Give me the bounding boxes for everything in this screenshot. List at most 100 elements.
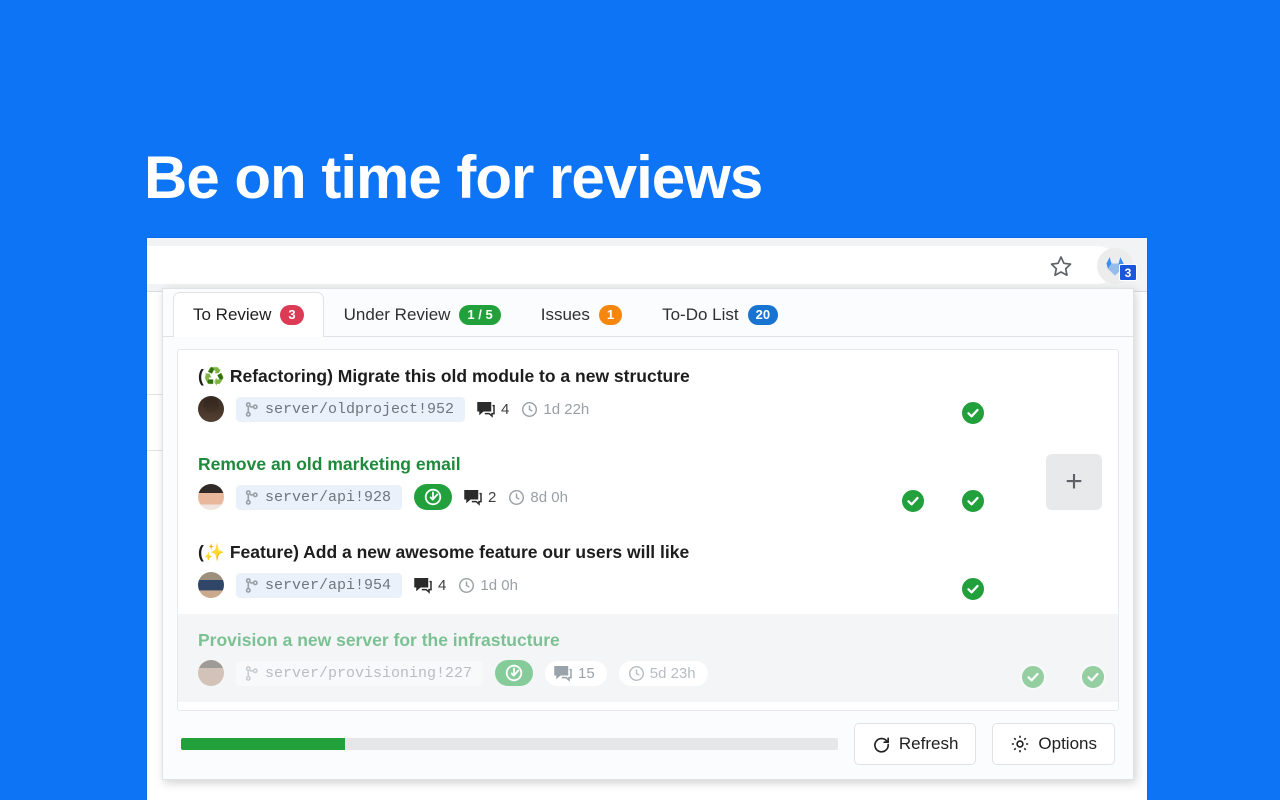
approved-check-icon — [960, 488, 986, 514]
age-value: 8d 0h — [530, 488, 568, 506]
refresh-progress-bar — [181, 738, 838, 750]
tab-to-review[interactable]: To Review 3 — [173, 292, 324, 337]
approved-check-icon — [1020, 664, 1046, 690]
refresh-label: Refresh — [898, 734, 959, 753]
tab-label: To Review — [193, 304, 272, 324]
merge-request-reference[interactable]: server/api!928 — [236, 484, 403, 510]
reference-text: server/api!928 — [265, 488, 392, 506]
merge-request-list: (♻️ Refactoring) Migrate this old module… — [177, 349, 1119, 711]
promo-headline: Be on time for reviews — [144, 144, 763, 211]
title-text: Refactoring) Migrate this old module to … — [225, 366, 690, 386]
age-value: 1d 22h — [543, 400, 590, 418]
reference-text: server/oldproject!952 — [265, 400, 455, 418]
list-item-meta: server/api!954 4 1d 0h — [198, 572, 689, 598]
comment-count-value: 4 — [501, 400, 510, 418]
comment-icon — [414, 577, 432, 594]
branch-icon — [245, 665, 258, 681]
list-item-body: (✨ Feature) Add a new awesome feature ou… — [198, 542, 689, 598]
tab-label: Issues — [540, 304, 590, 324]
merge-request-reference[interactable]: server/api!954 — [236, 572, 403, 598]
author-avatar[interactable] — [198, 660, 224, 686]
reviewer-avatars — [926, 542, 1102, 602]
comment-icon — [464, 489, 482, 506]
tab-todo-list[interactable]: To-Do List 20 — [642, 292, 798, 336]
reviewer-avatar[interactable] — [986, 630, 1046, 690]
pipeline-status-icon[interactable] — [414, 484, 453, 510]
list-item[interactable]: Remove an old marketing email server/api… — [178, 438, 1118, 526]
clock-icon — [628, 665, 644, 681]
approved-check-icon — [960, 400, 986, 426]
comment-count-value: 4 — [438, 576, 447, 594]
reviewer-avatar[interactable] — [986, 366, 1042, 422]
approved-check-icon — [960, 576, 986, 602]
branch-icon — [245, 401, 258, 417]
add-reviewer-button[interactable]: + — [1046, 454, 1102, 510]
sparkles-emoji-icon: ✨ — [203, 543, 225, 562]
extension-badge: 3 — [1119, 264, 1137, 281]
reference-text: server/provisioning!227 — [265, 664, 473, 682]
list-item-title[interactable]: Remove an old marketing email — [198, 454, 568, 475]
reviewer-avatar[interactable] — [926, 542, 986, 602]
merge-request-reference[interactable]: server/provisioning!227 — [236, 660, 484, 686]
refresh-icon — [874, 736, 889, 753]
reviewer-avatar[interactable] — [926, 454, 986, 514]
reviewer-avatar[interactable] — [986, 454, 1042, 510]
comment-count: 4 — [414, 577, 446, 594]
recycle-emoji-icon: ♻️ — [203, 367, 225, 386]
age-value: 1d 0h — [480, 576, 518, 594]
list-item-title[interactable]: (♻️ Refactoring) Migrate this old module… — [198, 366, 690, 387]
star-icon[interactable] — [1049, 254, 1073, 278]
comment-count: 2 — [464, 489, 496, 506]
tab-badge: 20 — [747, 304, 779, 325]
reviewer-avatars: + — [866, 454, 1102, 514]
author-avatar[interactable] — [198, 484, 224, 510]
tab-label: To-Do List — [662, 304, 739, 324]
pending-icon — [424, 488, 442, 506]
popup-footer: Refresh Options — [163, 711, 1133, 779]
merge-request-reference[interactable]: server/oldproject!952 — [236, 396, 466, 422]
clock-icon — [509, 489, 525, 505]
address-bar[interactable] — [147, 246, 1117, 284]
list-item-body: Remove an old marketing email server/api… — [198, 454, 568, 510]
list-item-body: (♻️ Refactoring) Migrate this old module… — [198, 366, 690, 422]
options-button[interactable]: Options — [992, 723, 1115, 765]
list-item-title[interactable]: (✨ Feature) Add a new awesome feature ou… — [198, 542, 689, 563]
tab-issues[interactable]: Issues 1 — [521, 292, 642, 336]
author-avatar[interactable] — [198, 396, 224, 422]
comment-count: 15 — [545, 660, 607, 686]
refresh-progress-fill — [181, 738, 346, 750]
list-item-meta: server/provisioning!227 15 5d 23h — [198, 660, 708, 686]
browser-toolbar: 3 — [147, 238, 1147, 292]
list-item[interactable]: (✨ Feature) Add a new awesome feature ou… — [178, 526, 1118, 614]
reference-text: server/api!954 — [265, 576, 392, 594]
list-item-title[interactable]: Provision a new server for the infrastuc… — [198, 630, 708, 651]
age-value: 5d 23h — [649, 664, 696, 682]
title-text: Feature) Add a new awesome feature our u… — [225, 542, 690, 562]
reviewer-avatar[interactable] — [866, 454, 926, 514]
refresh-button[interactable]: Refresh — [853, 723, 977, 765]
options-label: Options — [1038, 734, 1097, 753]
branch-icon — [245, 577, 258, 593]
reviewer-avatar[interactable] — [926, 366, 986, 426]
reviewer-avatars — [926, 366, 1102, 426]
list-item[interactable]: (♻️ Refactoring) Migrate this old module… — [178, 350, 1118, 438]
comment-count: 4 — [477, 401, 509, 418]
reviewer-avatar[interactable] — [1046, 630, 1106, 690]
pipeline-status-icon[interactable] — [495, 660, 534, 686]
tab-badge: 3 — [280, 304, 304, 325]
reviewer-avatar[interactable] — [1046, 542, 1102, 598]
tab-under-review[interactable]: Under Review 1 / 5 — [324, 292, 521, 336]
list-item-body: Provision a new server for the infrastuc… — [198, 630, 708, 686]
pending-icon — [505, 664, 523, 682]
list-item[interactable]: Provision a new server for the infrastuc… — [178, 614, 1118, 702]
reviewer-avatars — [986, 630, 1106, 690]
approved-check-icon — [900, 488, 926, 514]
clock-icon — [459, 577, 475, 593]
age-indicator: 5d 23h — [618, 660, 708, 686]
reviewer-avatar[interactable] — [986, 542, 1042, 598]
extension-popup: To Review 3 Under Review 1 / 5 Issues 1 … — [162, 288, 1134, 780]
reviewer-avatar[interactable] — [1046, 366, 1102, 422]
comment-count-value: 15 — [578, 664, 595, 682]
author-avatar[interactable] — [198, 572, 224, 598]
age-indicator: 8d 0h — [508, 489, 568, 506]
